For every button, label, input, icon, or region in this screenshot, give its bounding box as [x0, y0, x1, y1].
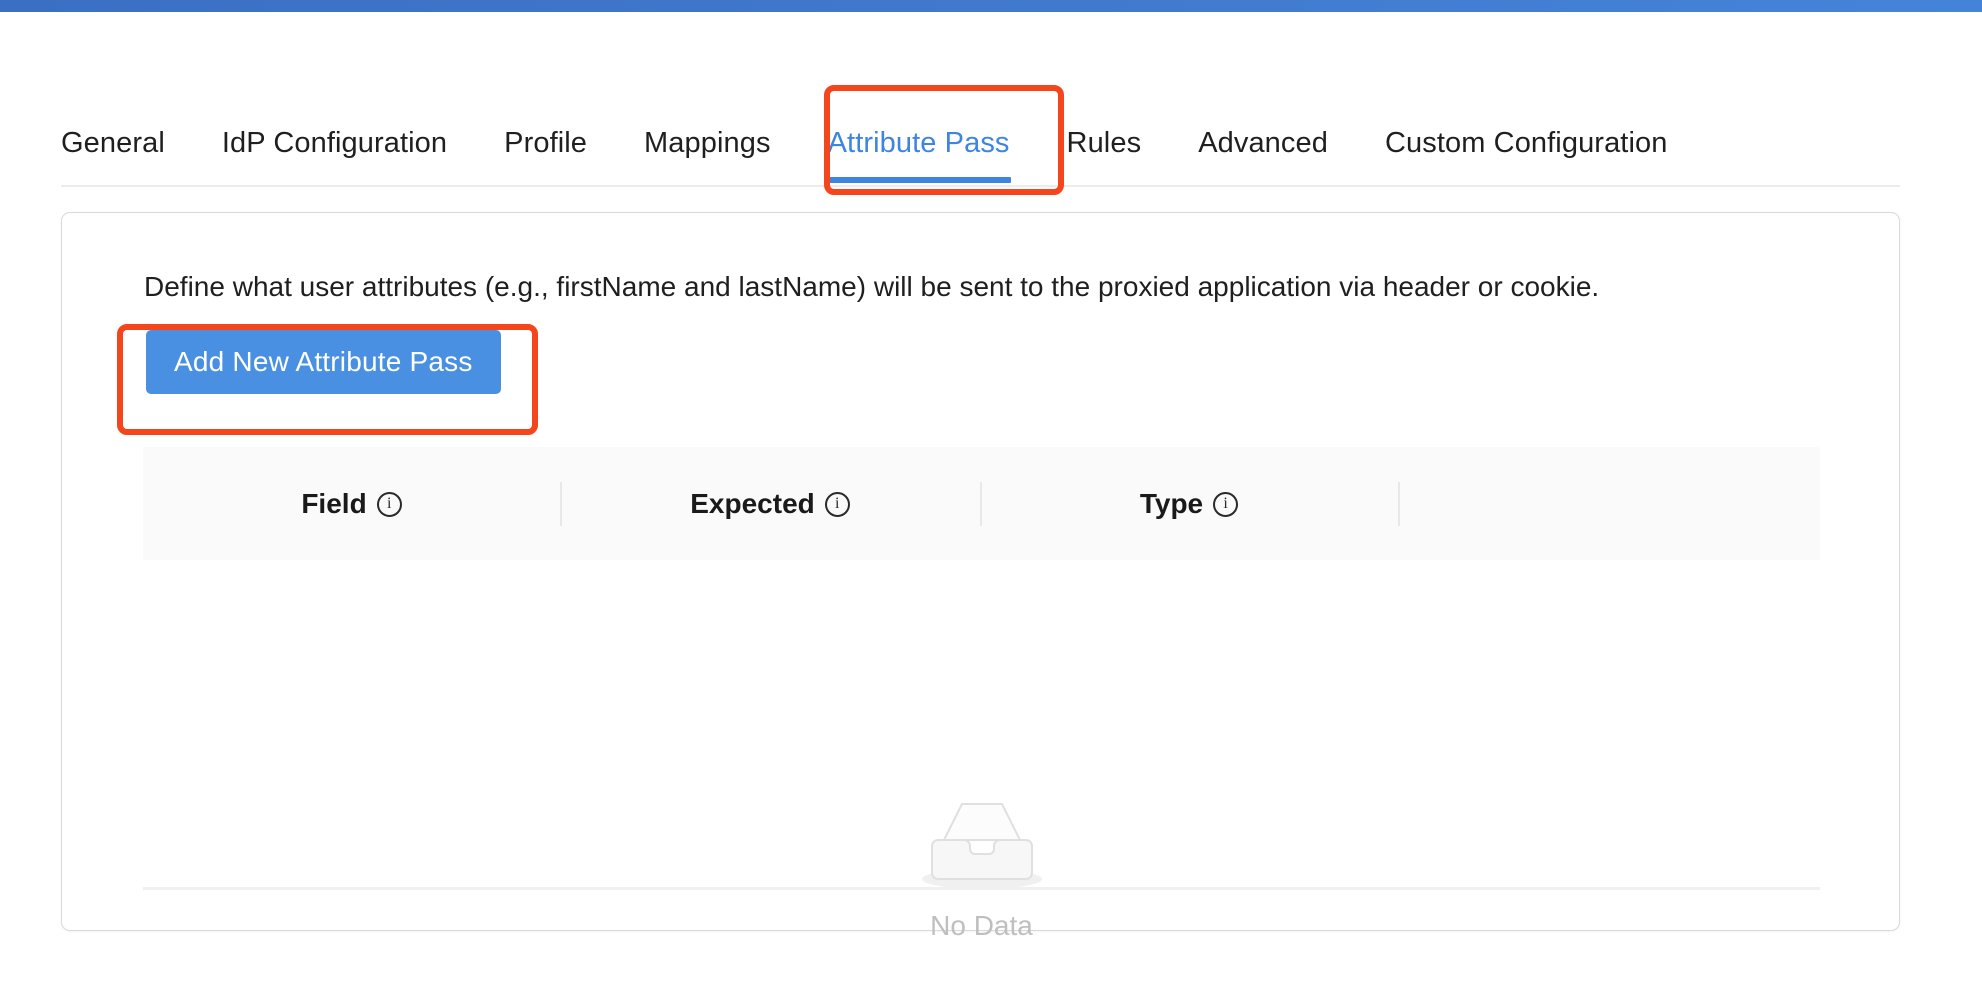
tab-mappings[interactable]: Mappings	[644, 100, 771, 186]
panel-description: Define what user attributes (e.g., first…	[144, 271, 1600, 302]
tab-profile[interactable]: Profile	[504, 100, 587, 186]
app-root: General IdP Configuration Profile Mappings A…	[0, 0, 1982, 992]
add-new-attribute-pass-button[interactable]: Add New Attribute Pass	[146, 330, 501, 394]
info-icon[interactable]: i	[824, 492, 850, 517]
empty-state-label: No Data	[930, 910, 1033, 941]
tab-label: Advanced	[1198, 127, 1328, 159]
info-icon[interactable]: i	[376, 492, 402, 517]
attribute-pass-table: Field i Expected i Type i No Data	[143, 447, 1820, 941]
tab-attribute-pass[interactable]: Attribute Pass	[827, 100, 1011, 186]
tab-label: Custom Configuration	[1384, 127, 1668, 159]
column-header-label: Field	[301, 487, 367, 519]
empty-inbox-icon	[916, 794, 1048, 892]
table-footer-divider	[143, 887, 1820, 890]
tab-list: General IdP Configuration Profile Mappings A…	[61, 100, 1667, 186]
attribute-pass-panel: Define what user attributes (e.g., first…	[61, 212, 1900, 941]
tab-label: General	[61, 127, 165, 159]
tab-rules[interactable]: Rules	[1067, 100, 1142, 186]
table-column-header-actions	[1398, 447, 1820, 560]
tab-label: IdP Configuration	[221, 127, 448, 159]
info-icon[interactable]: i	[1213, 492, 1239, 517]
tab-custom-configuration[interactable]: Custom Configuration	[1385, 100, 1667, 186]
table-column-header-field: Field i	[143, 447, 560, 560]
table-column-header-expected: Expected i	[560, 447, 980, 560]
column-header-label: Type	[1139, 487, 1204, 519]
tab-label: Rules	[1066, 127, 1142, 159]
column-header-label: Expected	[690, 487, 815, 519]
tab-label: Attribute Pass	[827, 127, 1010, 159]
tab-general[interactable]: General	[61, 100, 165, 186]
table-column-header-type: Type i	[980, 447, 1398, 560]
empty-state: No Data	[143, 794, 1820, 942]
top-app-bar	[0, 0, 1982, 12]
tab-idp-configuration[interactable]: IdP Configuration	[222, 100, 447, 186]
tab-label: Profile	[504, 127, 588, 159]
table-header-row: Field i Expected i Type i	[143, 447, 1820, 560]
tab-bar: General IdP Configuration Profile Mappings A…	[0, 100, 1982, 188]
tab-label: Mappings	[644, 127, 771, 159]
active-tab-underline	[828, 177, 1011, 183]
tab-advanced[interactable]: Advanced	[1198, 100, 1328, 186]
